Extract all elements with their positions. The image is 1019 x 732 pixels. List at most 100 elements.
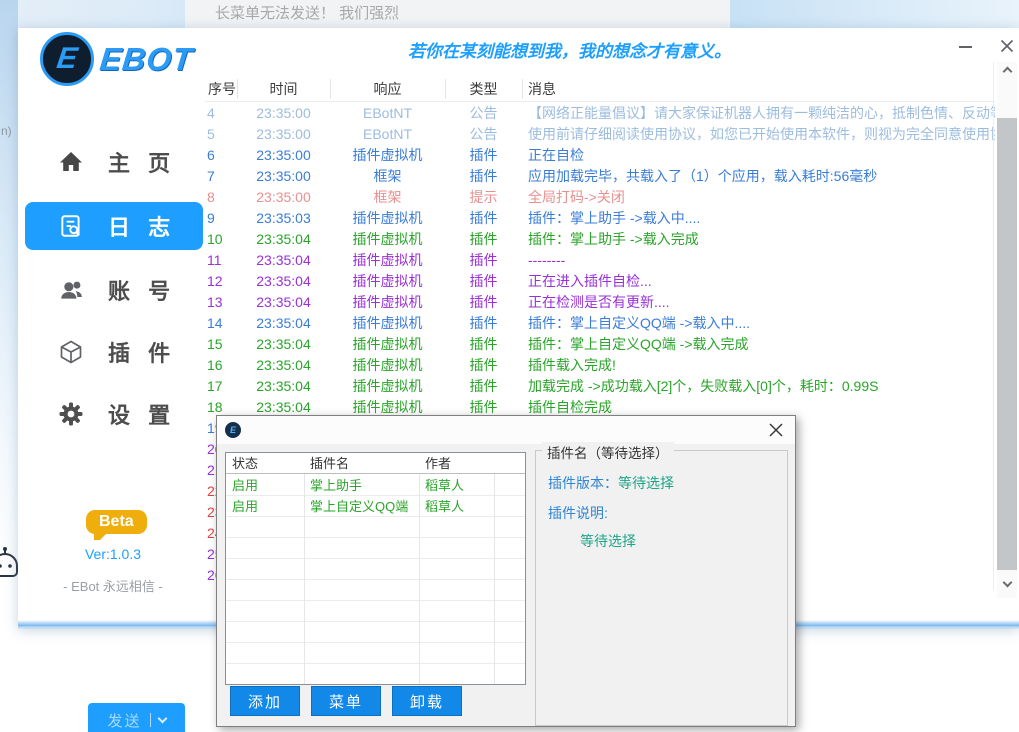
log-cell-resp: 插件虚拟机: [330, 229, 445, 250]
log-row[interactable]: 1723:35:04插件虚拟机插件加载完成 ->成功载入[2]个，失败载入[0]…: [205, 376, 995, 397]
plugin-row[interactable]: 启用掌上自定义QQ端稻草人: [226, 496, 525, 517]
log-cell-type: 插件: [445, 166, 522, 187]
log-row[interactable]: 523:35:00EBotNT公告使用前请仔细阅读使用协议，如您已开始使用本软件…: [205, 124, 995, 145]
log-cell-msg: 正在自检: [522, 145, 995, 166]
log-cell-time: 23:35:04: [237, 271, 330, 292]
header-separator: [237, 79, 238, 99]
logo-letter: E: [55, 42, 80, 76]
plugin-row[interactable]: 启用掌上助手稻草人: [226, 475, 525, 496]
sidebar-item-home[interactable]: 主 页: [25, 138, 203, 186]
chevron-down-icon[interactable]: [157, 713, 167, 723]
log-row[interactable]: 1223:35:04插件虚拟机插件正在进入插件自检...: [205, 271, 995, 292]
sidebar-item-label: 账 号: [108, 274, 176, 306]
home-icon: [58, 149, 84, 175]
header-separator: [522, 79, 523, 99]
scrollbar-thumb[interactable]: [997, 118, 1017, 570]
log-cell-resp: 插件虚拟机: [330, 313, 445, 334]
add-plugin-button[interactable]: 添加: [230, 686, 300, 716]
plugin-list-header: 状态 插件名 作者: [226, 453, 525, 474]
plugin-cell-author: 稻草人: [419, 475, 494, 496]
close-icon[interactable]: [1000, 39, 1014, 53]
plugin-detail-groupbox: 插件名（等待选择） 插件版本：等待选择 插件说明: 等待选择: [535, 450, 788, 726]
log-row[interactable]: 1123:35:04插件虚拟机插件--------: [205, 250, 995, 271]
log-row[interactable]: 1623:35:04插件虚拟机插件插件载入完成!: [205, 355, 995, 376]
log-cell-time: 23:35:00: [237, 124, 330, 145]
log-cell-type: 插件: [445, 271, 522, 292]
header-separator: [445, 79, 446, 99]
log-row[interactable]: 723:35:00框架插件应用加载完毕，共载入了（1）个应用，载入耗时:56毫秒: [205, 166, 995, 187]
log-cell-time: 23:35:00: [237, 187, 330, 208]
plugin-header-status: 状态: [226, 453, 304, 473]
log-row[interactable]: 923:35:03插件虚拟机插件插件：掌上助手 ->载入中....: [205, 208, 995, 229]
content-scrollbar-divider: [993, 62, 994, 590]
log-cell-time: 23:35:04: [237, 334, 330, 355]
log-cell-type: 提示: [445, 187, 522, 208]
log-cell-msg: 【网络正能量倡议】请大家保证机器人拥有一颗纯洁的心，抵制色情、反动等违法言论: [522, 103, 995, 124]
log-row[interactable]: 1323:35:04插件虚拟机插件正在检测是否有更新....: [205, 292, 995, 313]
version-text: Ver:1.0.3: [18, 546, 208, 562]
log-cell-num: 16: [205, 355, 237, 376]
log-cell-num: 7: [205, 166, 237, 187]
plugin-cube-icon: [58, 339, 84, 365]
send-button-divider: [150, 713, 151, 727]
scroll-up-icon[interactable]: [997, 62, 1017, 78]
gear-icon: [58, 401, 84, 427]
sidebar-item-plugins[interactable]: 插 件: [25, 328, 203, 376]
unload-plugin-button[interactable]: 卸载: [392, 686, 462, 716]
log-cell-msg: 使用前请仔细阅读使用协议，如您已开始使用本软件，则视为完全同意使用协议的规定: [522, 124, 995, 145]
log-cell-type: 插件: [445, 250, 522, 271]
log-icon: [58, 213, 84, 239]
sidebar-item-label: 日 志: [108, 210, 176, 242]
log-row[interactable]: 1023:35:04插件虚拟机插件插件：掌上助手 ->载入完成: [205, 229, 995, 250]
log-cell-msg: 正在检测是否有更新....: [522, 292, 995, 313]
log-cell-num: 17: [205, 376, 237, 397]
log-cell-resp: EBotNT: [330, 103, 445, 124]
plugin-list-rows: 启用掌上助手稻草人启用掌上自定义QQ端稻草人: [226, 475, 525, 517]
log-cell-resp: 插件虚拟机: [330, 271, 445, 292]
users-icon: [58, 277, 84, 303]
sidebar-item-settings[interactable]: 设 置: [25, 390, 203, 438]
plugin-desc-label: 插件说明:: [548, 503, 608, 523]
log-row[interactable]: 623:35:00插件虚拟机插件正在自检: [205, 145, 995, 166]
motto-text: - EBot 永远相信 -: [18, 576, 208, 595]
log-row[interactable]: 1423:35:04插件虚拟机插件插件：掌上自定义QQ端 ->载入中....: [205, 313, 995, 334]
log-header-time: 时间: [237, 76, 330, 101]
log-cell-msg: 应用加载完毕，共载入了（1）个应用，载入耗时:56毫秒: [522, 166, 995, 187]
log-cell-resp: 框架: [330, 187, 445, 208]
log-cell-num: 12: [205, 271, 237, 292]
plugin-desc-value: 等待选择: [580, 531, 636, 551]
log-cell-msg: 插件载入完成!: [522, 355, 995, 376]
log-cell-type: 插件: [445, 313, 522, 334]
log-cell-msg: 全局打码->关闭: [522, 187, 995, 208]
send-button[interactable]: 发送: [88, 703, 185, 732]
log-row[interactable]: 423:35:00EBotNT公告【网络正能量倡议】请大家保证机器人拥有一颗纯洁…: [205, 103, 995, 124]
plugin-manager-dialog: E 状态 插件名 作者 启用掌上助手稻草人启用掌上自定义QQ端稻草人 插件名（等…: [216, 415, 796, 727]
dialog-titlebar[interactable]: E: [217, 416, 795, 444]
log-header-num: 序号: [205, 76, 237, 101]
log-cell-num: 13: [205, 292, 237, 313]
beta-badge: Beta: [86, 510, 147, 534]
log-cell-num: 4: [205, 103, 237, 124]
log-cell-type: 公告: [445, 124, 522, 145]
log-cell-type: 插件: [445, 229, 522, 250]
log-cell-time: 23:35:04: [237, 229, 330, 250]
log-cell-type: 公告: [445, 103, 522, 124]
log-row[interactable]: 1523:35:04插件虚拟机插件插件：掌上自定义QQ端 ->载入完成: [205, 334, 995, 355]
sidebar-item-log[interactable]: 日 志: [25, 202, 203, 250]
scroll-down-icon[interactable]: [997, 576, 1017, 592]
log-cell-type: 插件: [445, 292, 522, 313]
log-row[interactable]: 823:35:00框架提示全局打码->关闭: [205, 187, 995, 208]
minimize-icon[interactable]: [959, 46, 972, 48]
log-cell-num: 5: [205, 124, 237, 145]
sidebar-item-label: 主 页: [108, 146, 176, 178]
vertical-scrollbar[interactable]: [997, 62, 1017, 598]
window-title: 若你在某刻能想到我，我的想念才有意义。: [408, 37, 731, 62]
plugin-version-line: 插件版本：等待选择: [548, 473, 674, 493]
dialog-close-icon[interactable]: [769, 423, 783, 437]
plugin-header-author: 作者: [419, 453, 494, 473]
app-logo: E EBOT: [40, 32, 193, 86]
menu-plugin-button[interactable]: 菜单: [311, 686, 381, 716]
log-cell-time: 23:35:00: [237, 103, 330, 124]
sidebar-item-accounts[interactable]: 账 号: [25, 266, 203, 314]
log-cell-time: 23:35:04: [237, 376, 330, 397]
